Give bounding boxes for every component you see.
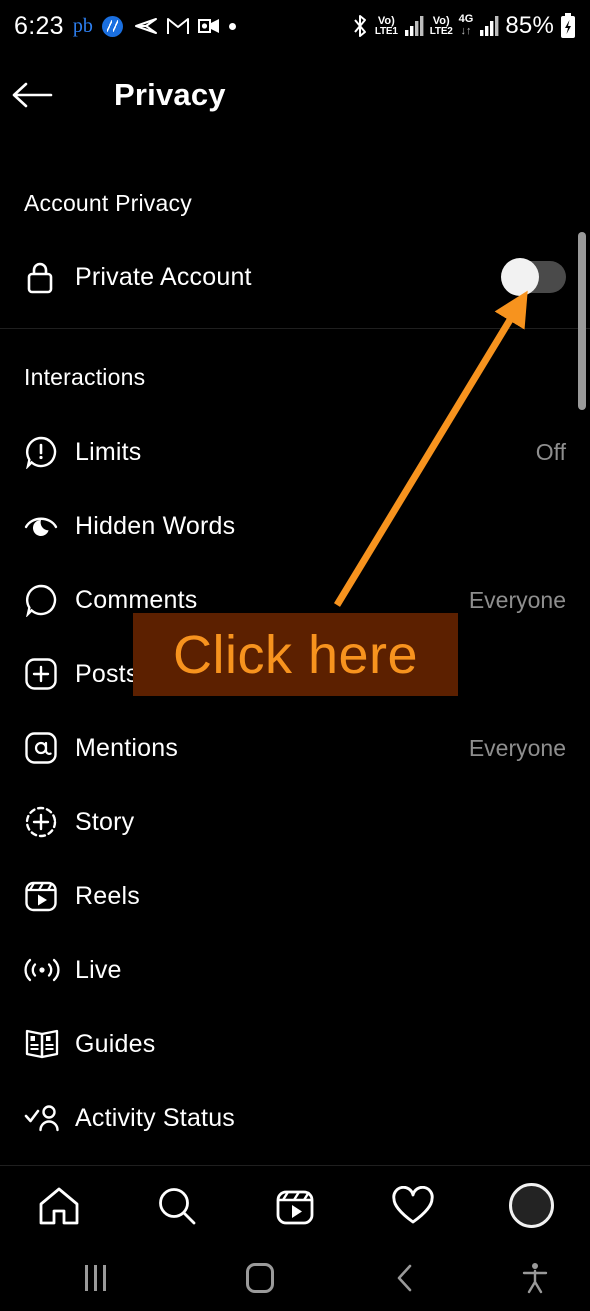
annotation-text: Click here: [172, 624, 419, 685]
story-plus-icon: [24, 805, 62, 839]
accessibility-icon: [522, 1263, 548, 1294]
home-button[interactable]: [190, 1263, 330, 1293]
reels-icon: [24, 879, 62, 913]
row-private-account[interactable]: Private Account: [0, 249, 590, 305]
status-bar-left: 6:23 pb: [14, 12, 236, 41]
nav-search[interactable]: [137, 1185, 217, 1227]
home-square-icon: [246, 1263, 274, 1293]
section-heading-account-privacy: Account Privacy: [24, 190, 192, 216]
status-bar-right: Vo) LTE1 Vo) LTE2 4G ↓↑ 85%: [351, 12, 576, 40]
nav-profile[interactable]: [491, 1183, 571, 1228]
notification-dot-icon: [228, 22, 236, 30]
phone-screen: 6:23 pb Vo) LTE1 Vo) LTE2 4G ↓↑ 85% Priv…: [0, 0, 590, 1311]
recents-button[interactable]: [0, 1265, 190, 1291]
row-label: Hidden Words: [75, 511, 236, 540]
sim2-signal-icon: [479, 15, 499, 37]
limits-icon: [24, 435, 62, 469]
outlook-icon: [197, 17, 220, 35]
sim2-volte-icon: Vo) LTE2: [429, 14, 453, 37]
activity-status-icon: [24, 1103, 62, 1133]
avatar-icon: [508, 1183, 554, 1228]
row-mentions[interactable]: Mentions Everyone: [0, 720, 590, 776]
back-button[interactable]: [0, 80, 64, 110]
section-heading-interactions: Interactions: [24, 364, 146, 390]
bottom-navigation: [0, 1165, 590, 1245]
bluetooth-icon: [351, 14, 369, 38]
pb-text-icon: pb: [72, 14, 93, 37]
row-label: Mentions: [75, 733, 179, 762]
mentions-at-icon: [24, 731, 62, 765]
row-hidden-words[interactable]: Hidden Words: [0, 498, 590, 554]
row-label: Guides: [75, 1029, 156, 1058]
row-label: Private Account: [75, 262, 252, 291]
send-arrow-icon: [132, 17, 158, 35]
section-divider: [0, 328, 590, 329]
android-system-nav: [0, 1245, 590, 1311]
heart-icon: [392, 1185, 434, 1223]
posts-plus-icon: [24, 657, 62, 691]
guides-book-icon: [24, 1028, 62, 1060]
row-limits[interactable]: Limits Off: [0, 424, 590, 480]
recents-icon: [84, 1265, 106, 1291]
annotation-label: Click here: [133, 613, 458, 696]
chevron-left-icon: [397, 1264, 412, 1292]
toggle-knob: [501, 258, 539, 296]
nav-home[interactable]: [19, 1185, 99, 1227]
row-story[interactable]: Story: [0, 794, 590, 850]
battery-charging-icon: [560, 13, 576, 39]
comment-icon: [24, 583, 62, 617]
status-bar: 6:23 pb Vo) LTE1 Vo) LTE2 4G ↓↑ 85%: [0, 0, 590, 52]
gmail-icon: [166, 17, 189, 35]
row-guides[interactable]: Guides: [0, 1016, 590, 1072]
reels-icon: [276, 1190, 314, 1224]
status-clock: 6:23: [14, 11, 64, 40]
row-label: Posts: [75, 659, 139, 688]
row-label: Live: [75, 955, 122, 984]
row-activity-status[interactable]: Activity Status: [0, 1090, 590, 1146]
row-reels[interactable]: Reels: [0, 868, 590, 924]
row-label: Reels: [75, 881, 140, 910]
row-label: Activity Status: [75, 1103, 235, 1132]
row-label: Story: [75, 807, 135, 836]
blue-badge-icon: [101, 15, 123, 37]
live-icon: [24, 956, 62, 984]
battery-percent: 85%: [505, 12, 554, 39]
back-button-system[interactable]: [330, 1263, 480, 1293]
app-header: Privacy: [0, 60, 590, 130]
lock-icon: [24, 259, 62, 295]
nav-activity[interactable]: [373, 1185, 453, 1226]
private-account-toggle[interactable]: [501, 258, 566, 296]
row-value: Off: [535, 438, 566, 465]
sim1-signal-icon: [404, 15, 424, 37]
row-value: Everyone: [468, 734, 566, 761]
vertical-scrollbar[interactable]: [578, 232, 586, 410]
row-label: Limits: [75, 437, 142, 466]
network-type-icon: 4G ↓↑: [458, 13, 474, 37]
nav-reels[interactable]: [255, 1185, 335, 1227]
row-value: Everyone: [468, 586, 566, 613]
sim1-volte-icon: Vo) LTE1: [374, 14, 398, 37]
row-label: Comments: [75, 585, 198, 614]
hidden-words-icon: [24, 511, 62, 541]
arrow-left-icon: [12, 82, 53, 108]
home-icon: [39, 1187, 79, 1224]
page-title: Privacy: [114, 77, 226, 112]
search-icon: [159, 1187, 196, 1224]
row-live[interactable]: Live: [0, 942, 590, 998]
accessibility-button[interactable]: [480, 1262, 590, 1294]
